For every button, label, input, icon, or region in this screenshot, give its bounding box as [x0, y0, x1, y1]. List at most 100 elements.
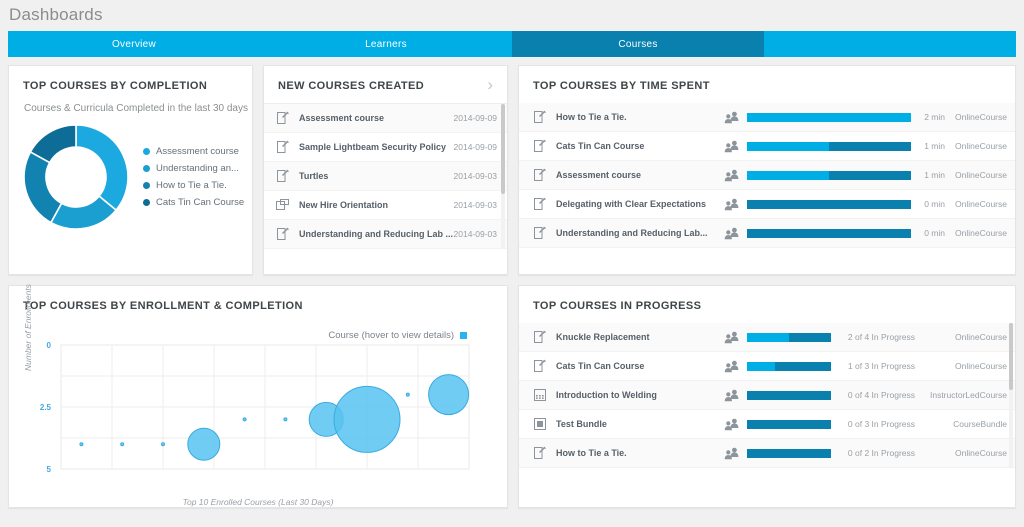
bubble-point[interactable]: [161, 442, 165, 447]
table-row[interactable]: How to Tie a Tie. 0 of 2 In Progress Onlin…: [519, 439, 1015, 468]
people-icon: [724, 198, 739, 211]
card-title-new-courses: NEW COURSES CREATED: [278, 80, 425, 92]
card-title-completion: TOP COURSES BY COMPLETION: [23, 80, 208, 92]
table-row[interactable]: How to Tie a Tie. 2 min OnlineCourse: [519, 103, 1015, 132]
legend-swatch: [143, 148, 150, 155]
bubble-chart[interactable]: 02.55: [9, 337, 479, 487]
bubble-point[interactable]: [120, 442, 125, 447]
table-row[interactable]: Cats Tin Can Course 1 of 3 In Progress Onl…: [519, 352, 1015, 381]
progress-bar-fill: [747, 361, 775, 371]
card-top-courses-by-time-spent: TOP COURSES BY TIME SPENT How to Tie a T…: [518, 65, 1016, 275]
list-item[interactable]: Understanding and Reducing Lab ... 2014-0…: [264, 220, 507, 249]
row-course-type: InstructorLedCourse: [929, 390, 1007, 400]
scrollbar-thumb[interactable]: [1009, 323, 1013, 390]
row-status: 1 min: [924, 141, 945, 151]
progress-bar-fill: [747, 141, 829, 151]
progress-bar-fill: [747, 112, 911, 122]
row-status: 0 of 3 In Progress: [847, 419, 915, 429]
table-row[interactable]: Assessment course 1 min OnlineCourse: [519, 161, 1015, 190]
y-axis-tick: 0: [47, 341, 52, 350]
list-item-date: 2014-09-09: [453, 113, 497, 123]
progress-bar-remainder: [829, 170, 911, 180]
course-icon: [276, 111, 290, 125]
card-top-courses-by-completion: TOP COURSES BY COMPLETION Courses & Curr…: [8, 65, 253, 275]
row-course-type: CourseBundle: [953, 419, 1007, 429]
progress-bar-remainder: [747, 419, 831, 429]
row-status: 0 min: [924, 199, 945, 209]
people-icon: [724, 140, 739, 153]
people-icon: [724, 169, 739, 182]
legend-label: Assessment course: [156, 146, 239, 157]
bubble-point[interactable]: [242, 417, 247, 422]
legend-label: Understanding an...: [156, 163, 239, 174]
list-item[interactable]: Assessment course 2014-09-09: [264, 104, 507, 133]
page-header: Dashboards: [0, 0, 1024, 31]
table-row[interactable]: Introduction to Welding 0 of 4 In Progres…: [519, 381, 1015, 410]
bubble-point[interactable]: [428, 374, 470, 416]
course-icon: [533, 446, 547, 460]
scrollbar-thumb[interactable]: [501, 104, 505, 194]
y-axis-tick: 5: [47, 465, 52, 474]
in-progress-list: Knuckle Replacement 2 of 4 In Progress Onl…: [519, 323, 1015, 468]
scrollbar-new-courses[interactable]: [501, 104, 505, 249]
bubble-point[interactable]: [333, 385, 401, 453]
progress-bar: [747, 332, 831, 342]
list-item-date: 2014-09-09: [453, 142, 497, 152]
card-enrollment-completion: TOP COURSES BY ENROLLMENT & COMPLETION C…: [8, 284, 508, 508]
table-row[interactable]: Delegating with Clear Expectations 0 min O…: [519, 190, 1015, 219]
progress-bar: [747, 448, 831, 458]
course-icon: [276, 140, 290, 154]
dashboard-row-top: TOP COURSES BY COMPLETION Courses & Curr…: [8, 65, 1016, 275]
table-row[interactable]: Cats Tin Can Course 1 min OnlineCourse: [519, 132, 1015, 161]
dashboard-board: TOP COURSES BY COMPLETION Courses & Curr…: [0, 57, 1024, 516]
list-item[interactable]: Turtles 2014-09-03: [264, 162, 507, 191]
people-icon: [724, 227, 739, 240]
course-icon: [533, 110, 547, 124]
people-icon: [724, 389, 739, 402]
bubble-point[interactable]: [283, 417, 288, 422]
bubble-point[interactable]: [79, 442, 84, 447]
legend-label: How to Tie a Tie.: [156, 180, 227, 191]
progress-bar: [747, 141, 911, 151]
donut-area: Assessment course Understanding an... How …: [9, 120, 252, 232]
chevron-right-icon[interactable]: ›: [487, 76, 507, 93]
row-course-name: How to Tie a Tie.: [556, 448, 627, 458]
scrollbar-in-progress[interactable]: [1009, 323, 1013, 468]
list-item[interactable]: New Hire Orientation 2014-09-03: [264, 191, 507, 220]
row-status: 0 of 2 In Progress: [847, 448, 915, 458]
bubble-plot-area: Number of Enrollments 0 2.5 5 Top 10 Enrol…: [9, 284, 507, 507]
course-icon: [533, 139, 547, 153]
card-title-in-progress: TOP COURSES IN PROGRESS: [533, 300, 702, 312]
new-courses-list: Assessment course 2014-09-09 Sample Lightb…: [264, 104, 507, 249]
list-item-date: 2014-09-03: [453, 229, 497, 239]
row-course-name: Cats Tin Can Course: [556, 361, 645, 371]
card-title-time-spent: TOP COURSES BY TIME SPENT: [533, 80, 710, 92]
progress-bar-remainder: [829, 141, 911, 151]
tab-learners[interactable]: Learners: [260, 31, 512, 57]
course-icon: [533, 168, 547, 182]
row-course-name: Assessment course: [556, 170, 642, 180]
progress-bar-remainder: [747, 199, 911, 209]
new-courses-header: NEW COURSES CREATED ›: [264, 66, 507, 104]
progress-bar: [747, 361, 831, 371]
list-item-date: 2014-09-03: [453, 200, 497, 210]
table-row[interactable]: Test Bundle 0 of 3 In Progress CourseBundl…: [519, 410, 1015, 439]
progress-bar-remainder: [747, 448, 831, 458]
tab-courses[interactable]: Courses: [512, 31, 764, 57]
bubble-point[interactable]: [405, 392, 410, 397]
table-row[interactable]: Understanding and Reducing Lab... 0 min On…: [519, 219, 1015, 248]
bubble-point[interactable]: [187, 427, 221, 461]
row-status: 0 min: [924, 228, 945, 238]
page-title: Dashboards: [9, 5, 103, 24]
row-course-type: OnlineCourse: [955, 199, 1007, 209]
row-status: 2 min: [924, 112, 945, 122]
tab-overview[interactable]: Overview: [8, 31, 260, 57]
table-row[interactable]: Knuckle Replacement 2 of 4 In Progress Onl…: [519, 323, 1015, 352]
list-item-name: Turtles: [299, 171, 329, 181]
row-course-name: How to Tie a Tie.: [556, 112, 627, 122]
list-item[interactable]: Sample Lightbeam Security Policy 2014-09-…: [264, 133, 507, 162]
row-status: 0 of 4 In Progress: [847, 390, 915, 400]
legend-swatch: [143, 199, 150, 206]
row-course-name: Knuckle Replacement: [556, 332, 650, 342]
progress-bar: [747, 390, 831, 400]
